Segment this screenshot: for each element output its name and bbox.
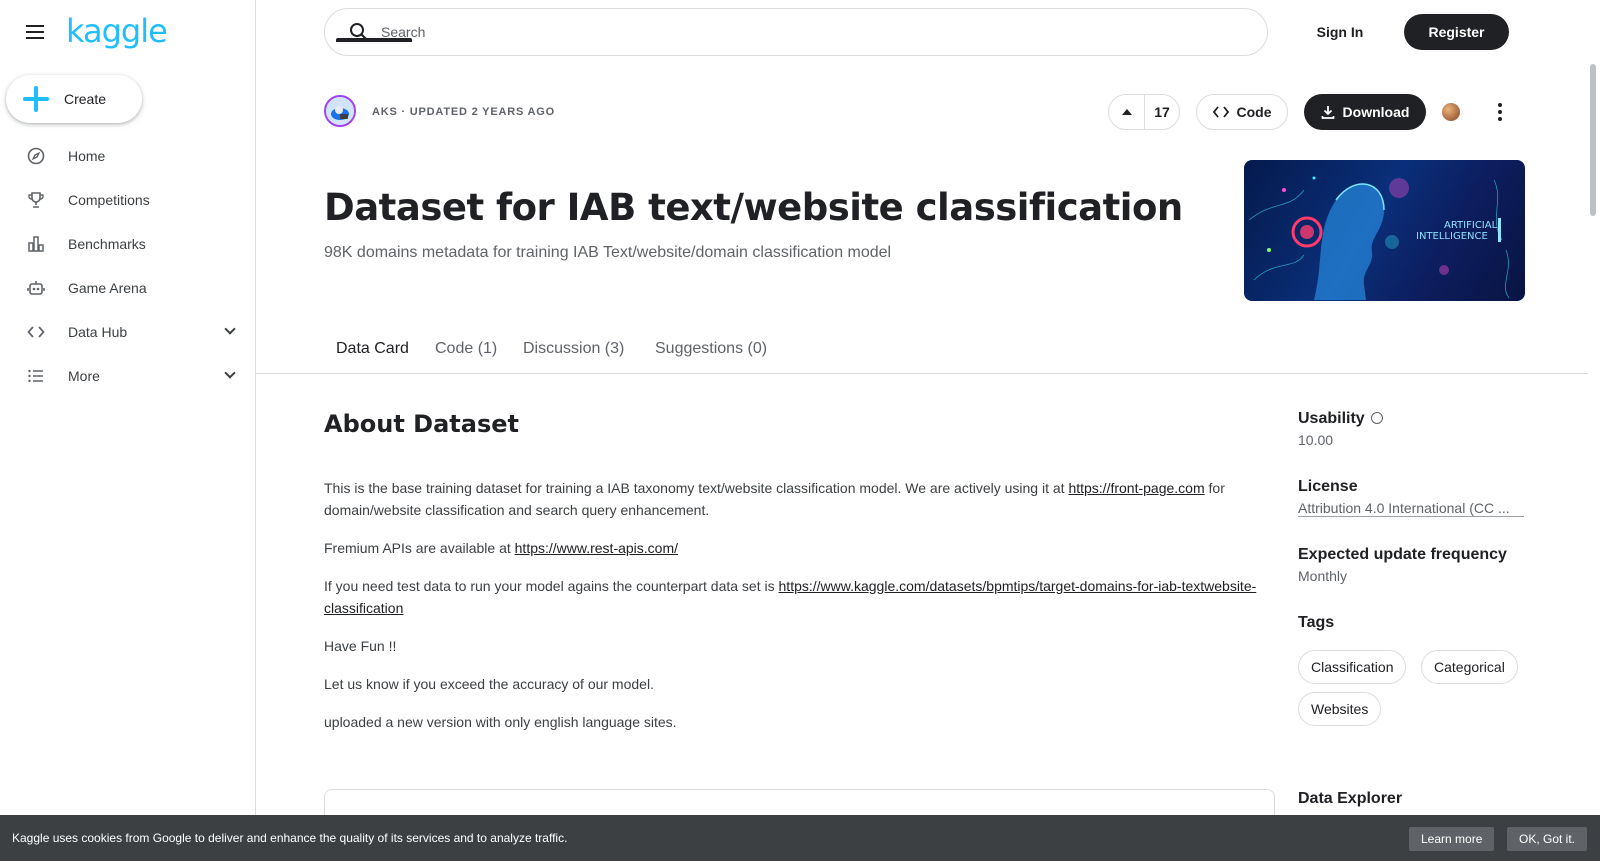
frequency-section: Expected update frequency Monthly	[1298, 546, 1507, 584]
owner-meta: AKS · UPDATED 2 YEARS AGO	[372, 106, 555, 118]
download-button-label: Download	[1342, 104, 1410, 120]
license-label: License	[1298, 478, 1358, 495]
tag-chip[interactable]: Websites	[1298, 692, 1382, 726]
vote-widget: 17	[1108, 94, 1180, 130]
chevron-down-icon[interactable]	[224, 323, 236, 335]
sidebar-item-game-arena[interactable]: Game Arena	[0, 266, 256, 310]
frequency-label: Expected update frequency	[1298, 546, 1507, 563]
chevron-down-icon[interactable]	[224, 367, 236, 379]
sidebar-item-label: Competitions	[68, 192, 150, 208]
usability-section: Usability 10.00	[1298, 410, 1383, 448]
compass-icon	[26, 146, 46, 166]
tag-chip[interactable]: Classification	[1298, 650, 1407, 684]
usability-label: Usability	[1298, 410, 1365, 427]
sidebar-nav: Home Competitions Benchmarks Game Arena …	[0, 134, 256, 398]
cover-text-2: INTELLIGENCE	[1416, 231, 1488, 242]
about-content: This is the base training dataset for tr…	[324, 477, 1276, 749]
owner-avatar[interactable]	[324, 95, 356, 127]
create-button[interactable]: Create	[6, 75, 142, 123]
learn-more-button[interactable]: Learn more	[1409, 827, 1495, 851]
sidebar-item-more[interactable]: More	[0, 354, 256, 398]
cover-image: ARTIFICIAL INTELLIGENCE	[1244, 160, 1525, 301]
search-bar[interactable]	[324, 8, 1268, 56]
scrollbar[interactable]	[1590, 64, 1596, 216]
download-button[interactable]: Download	[1304, 94, 1426, 130]
code-brackets-icon	[26, 322, 46, 342]
about-paragraph: If you need test data to run your model …	[324, 578, 1257, 616]
frequency-value: Monthly	[1298, 568, 1348, 584]
page-subtitle: 98K domains metadata for training IAB Te…	[324, 244, 892, 261]
info-icon[interactable]	[1370, 412, 1383, 424]
search-input[interactable]	[381, 24, 1181, 40]
tab-code[interactable]: Code (1)	[435, 340, 497, 358]
sidebar-item-label: More	[68, 368, 100, 384]
data-explorer-label: Data Explorer	[1298, 790, 1403, 807]
upvote-button[interactable]	[1109, 95, 1145, 129]
tags-section: Tags	[1298, 614, 1334, 632]
code-button-label: Code	[1236, 104, 1272, 120]
front-page-link[interactable]: https://front-page.com	[1068, 480, 1204, 496]
about-paragraph: This is the base training dataset for tr…	[324, 480, 1225, 518]
rest-apis-link[interactable]: https://www.rest-apis.com/	[515, 540, 678, 556]
hamburger-menu-icon[interactable]	[22, 19, 48, 45]
usability-value: 10.00	[1298, 432, 1334, 448]
arrow-up-icon	[1121, 109, 1132, 115]
sidebar-item-label: Benchmarks	[68, 236, 146, 252]
trophy-icon	[26, 190, 46, 210]
tab-data-card[interactable]: Data Card	[336, 340, 409, 358]
about-title: About Dataset	[324, 410, 519, 438]
about-paragraph: Have Fun !!	[324, 638, 397, 654]
bar-chart-icon	[26, 234, 46, 254]
tab-suggestions[interactable]: Suggestions (0)	[655, 340, 767, 358]
sidebar: kaggle Create Home Competitions Benchmar…	[0, 0, 256, 861]
register-button[interactable]: Register	[1404, 14, 1509, 50]
sidebar-item-benchmarks[interactable]: Benchmarks	[0, 222, 256, 266]
vote-count: 17	[1154, 104, 1170, 120]
download-icon	[1321, 106, 1334, 119]
cookie-banner: Kaggle uses cookies from Google to deliv…	[0, 815, 1600, 861]
code-button[interactable]: Code	[1196, 94, 1288, 130]
cover-text-1: ARTIFICIAL	[1444, 220, 1498, 231]
create-label: Create	[64, 91, 107, 107]
sidebar-item-home[interactable]: Home	[0, 134, 256, 178]
license-section: License Attribution 4.0 International (C…	[1298, 478, 1524, 520]
about-paragraph: Fremium APIs are available at https://ww…	[324, 540, 679, 556]
robot-icon	[26, 278, 46, 298]
cookie-text: Kaggle uses cookies from Google to deliv…	[12, 831, 568, 845]
about-paragraph: uploaded a new version with only english…	[324, 714, 677, 730]
bronze-medal-icon	[1442, 103, 1460, 121]
sidebar-item-label: Game Arena	[68, 280, 147, 296]
sign-in-button[interactable]: Sign In	[1300, 14, 1380, 50]
kaggle-logo[interactable]: kaggle	[66, 12, 168, 50]
about-paragraph: Let us know if you exceed the accuracy o…	[324, 676, 654, 692]
list-icon	[26, 366, 46, 386]
plus-icon	[22, 85, 50, 113]
sidebar-item-label: Data Hub	[68, 324, 128, 340]
tags-label: Tags	[1298, 614, 1335, 631]
more-options-icon[interactable]	[1490, 97, 1510, 127]
tab-bar: Data Card Code (1) Discussion (3) Sugges…	[256, 330, 1588, 374]
code-brackets-icon	[1212, 106, 1229, 118]
license-link[interactable]: Attribution 4.0 International (CC ...	[1298, 500, 1524, 517]
page-title: Dataset for IAB text/website classificat…	[324, 186, 1183, 229]
sidebar-item-label: Home	[68, 148, 106, 164]
active-tab-indicator	[336, 38, 412, 42]
ok-got-it-button[interactable]: OK, Got it.	[1507, 827, 1588, 851]
sidebar-item-competitions[interactable]: Competitions	[0, 178, 256, 222]
tab-discussion[interactable]: Discussion (3)	[523, 340, 624, 358]
sidebar-item-data-hub[interactable]: Data Hub	[0, 310, 256, 354]
tag-chip[interactable]: Categorical	[1421, 650, 1518, 684]
data-explorer-section: Data Explorer	[1298, 790, 1402, 808]
